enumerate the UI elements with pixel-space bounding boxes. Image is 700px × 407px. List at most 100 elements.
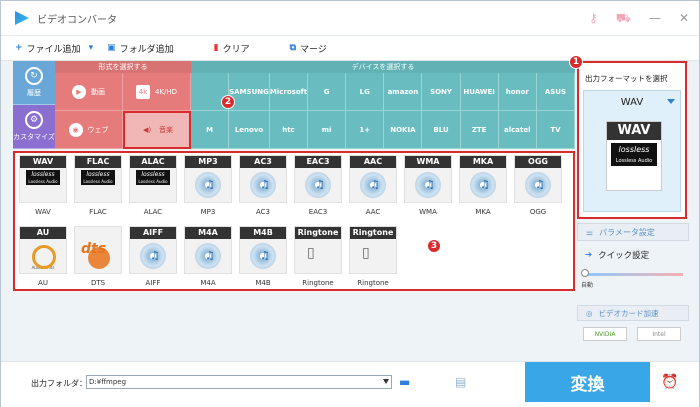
music-note-icon: ♫ [480, 178, 490, 191]
audio-format-tile[interactable]: WMA ♫ WMA [404, 155, 452, 216]
plus-icon: + [15, 43, 23, 53]
lossless-caption: Lossless Audio [26, 179, 60, 185]
audio-format-tile[interactable]: AAC ♫ AAC [349, 155, 397, 216]
arrow-right-icon: ➔ [585, 250, 593, 260]
format-code: FLAC [75, 156, 121, 168]
add-folder-button[interactable]: ▣ フォルダ追加 [107, 42, 174, 55]
device-item[interactable]: Microsoft [269, 73, 309, 111]
device-item[interactable]: 1+ [346, 111, 385, 149]
device-item[interactable]: ASUS [536, 73, 575, 111]
tile-label: Ringtone [357, 279, 389, 287]
audio-format-tile[interactable]: OGG ♫ OGG [514, 155, 562, 216]
output-folder-input[interactable]: D:¥ffmpeg [86, 375, 392, 389]
audio-format-tile[interactable]: AIFF ♫ AIFF [129, 226, 177, 287]
cart-icon[interactable]: ⛟ [616, 11, 631, 25]
format-code: MKA [460, 156, 506, 168]
tile-label: OGG [529, 208, 547, 216]
tile-label: WAV [35, 208, 51, 216]
lossless-logo: lossless [136, 170, 170, 179]
add-file-button[interactable]: + ファイル追加 ▾ [15, 42, 93, 55]
audio-format-tile[interactable]: WAV lossless Lossless Audio WAV [19, 155, 67, 216]
device-item[interactable]: SAMSUNG [229, 73, 270, 111]
app-window: ビデオコンバータ ⚷ ⛟ — ✕ + ファイル追加 ▾ ▣ フォルダ追加 ▮ クリア ⧉… [0, 0, 700, 407]
format-music[interactable]: ◀) 音楽 [123, 111, 191, 149]
audio-format-grid: WAV lossless Lossless Audio WAV FLAC lossless… [13, 151, 575, 291]
format-4k-hd[interactable]: 4k 4K/HD [123, 73, 191, 111]
format-code: OGG [515, 156, 561, 168]
tab-custom[interactable]: ⚙ カスタマイズ [13, 105, 55, 149]
lossless-caption: Lossless Audio [81, 179, 115, 185]
output-format-dropdown[interactable]: WAV WAV lossless Lossless Audio [583, 90, 681, 212]
gear-icon: ⚙ [25, 111, 43, 129]
device-item[interactable]: M [191, 111, 230, 149]
device-item[interactable]: honor [498, 73, 537, 111]
tile-label: DTS [90, 279, 106, 287]
format-code: Ringtone [350, 227, 396, 239]
device-item[interactable]: HUAWEI [460, 73, 499, 111]
device-item[interactable]: mi [308, 111, 347, 149]
device-item[interactable]: NOKIA [384, 111, 423, 149]
chevron-down-icon[interactable]: ▾ [89, 43, 94, 53]
format-icon: AAC ♫ [349, 155, 397, 203]
device-item[interactable]: SONY [422, 73, 461, 111]
device-item[interactable]: TV [536, 111, 575, 149]
slider-handle[interactable] [581, 269, 589, 277]
quality-slider[interactable] [581, 269, 683, 277]
audio-format-tile[interactable]: dts DTS [74, 226, 122, 287]
audio-format-tile[interactable]: ALAC lossless Lossless Audio ALAC [129, 155, 177, 216]
device-item[interactable]: G [308, 73, 347, 111]
music-note-icon: ♫ [150, 249, 160, 262]
close-icon[interactable]: ✕ [679, 11, 689, 25]
format-category-panel: 形式を選択する ▶ 動画 4k 4K/HD ◉ ウェブ ◀) 音楽 2 [55, 61, 235, 149]
open-folder-icon[interactable]: ▤ [455, 375, 466, 389]
minimize-icon[interactable]: — [649, 11, 661, 25]
device-item[interactable]: BLU [422, 111, 461, 149]
convert-button[interactable]: 変換 [525, 362, 650, 402]
gpu-acceleration-button[interactable]: ◎ ビデオカード加速 [577, 305, 689, 321]
device-item[interactable]: alcatel [498, 111, 537, 149]
output-format-selector[interactable]: 出力フォーマットを選択 WAV WAV lossless Lossless Au… [569, 55, 687, 219]
device-item[interactable]: htc [269, 111, 309, 149]
phone-icon: ▯ [307, 245, 315, 261]
audio-format-tile[interactable]: AU Audio Units AU [19, 226, 67, 287]
key-icon[interactable]: ⚷ [589, 11, 598, 25]
format-web[interactable]: ◉ ウェブ [55, 111, 123, 149]
device-item[interactable]: amazon [384, 73, 423, 111]
audio-format-tile[interactable]: M4B ♫ M4B [239, 226, 287, 287]
audio-format-tile[interactable]: Ringtone ▯ Ringtone [294, 226, 342, 287]
tab-history[interactable]: ↻ 履歴 [13, 61, 55, 105]
format-code: AU [20, 227, 66, 239]
tile-label: M4A [200, 279, 216, 287]
audio-format-tile[interactable]: MP3 ♫ MP3 [184, 155, 232, 216]
tile-label: Ringtone [302, 279, 334, 287]
tile-label: AC3 [255, 208, 270, 216]
dts-logo: dts [81, 241, 107, 257]
music-note-icon: ♫ [370, 178, 380, 191]
device-item[interactable]: LG [346, 73, 385, 111]
audio-format-tile[interactable]: Ringtone ▯ Ringtone [349, 226, 397, 287]
format-video[interactable]: ▶ 動画 [55, 73, 123, 111]
format-code: M4B [240, 227, 286, 239]
merge-button[interactable]: ⧉ マージ [290, 42, 327, 55]
format-code: WMA [405, 156, 451, 168]
format-code: WAV [20, 156, 66, 168]
play-icon: ▶ [72, 84, 86, 99]
chevron-down-icon[interactable] [383, 379, 389, 384]
audio-format-tile[interactable]: MKA ♫ MKA [459, 155, 507, 216]
device-item[interactable]: Lenovo [229, 111, 270, 149]
title-bar: ビデオコンバータ ⚷ ⛟ — ✕ [1, 1, 699, 35]
alarm-icon[interactable]: ⏰ [661, 374, 678, 390]
chevron-down-icon[interactable] [667, 99, 675, 104]
audio-format-tile[interactable]: FLAC lossless Lossless Audio FLAC [74, 155, 122, 216]
format-icon: FLAC lossless Lossless Audio [74, 155, 122, 203]
tile-label: AU [38, 279, 48, 287]
nvidia-badge: NVIDIA [583, 327, 627, 341]
audio-format-tile[interactable]: M4A ♫ M4A [184, 226, 232, 287]
folder-icon[interactable]: ▬ [399, 375, 410, 389]
audio-format-tile[interactable]: AC3 ♫ AC3 [239, 155, 287, 216]
format-icon: WMA ♫ [404, 155, 452, 203]
clear-button[interactable]: ▮ クリア [214, 42, 250, 55]
audio-format-tile[interactable]: EAC3 ♫ EAC3 [294, 155, 342, 216]
parameter-settings-button[interactable]: ⚌ パラメータ設定 [577, 223, 689, 241]
device-item[interactable]: ZTE [460, 111, 499, 149]
